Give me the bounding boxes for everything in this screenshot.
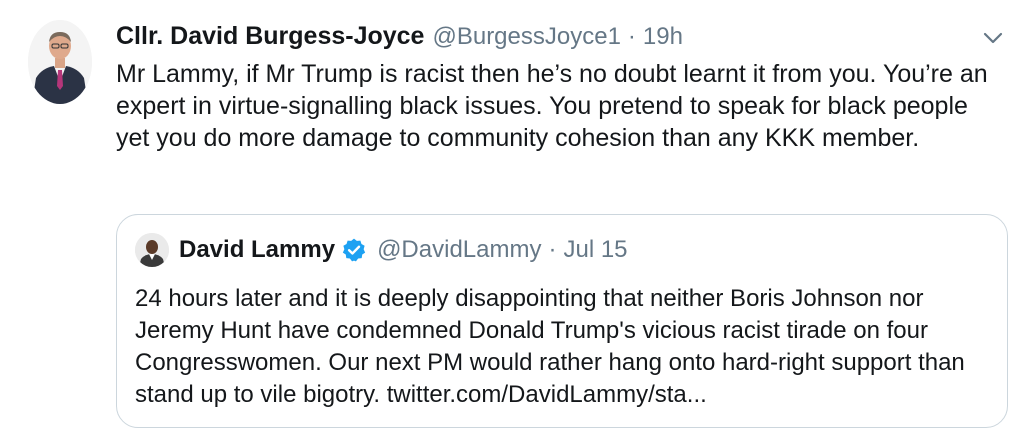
verified-badge-icon	[342, 238, 366, 262]
quoted-tweet-text: 24 hours later and it is deeply disappoi…	[135, 285, 965, 408]
quoted-author-handle[interactable]: @DavidLammy	[377, 236, 541, 264]
quoted-author-photo	[135, 233, 169, 267]
quoted-tweet-timestamp[interactable]: Jul 15	[563, 236, 627, 264]
tweet-card: Cllr. David Burgess-Joyce @BurgessJoyce1…	[0, 0, 1024, 445]
author-photo	[28, 20, 92, 104]
quoted-header-separator: ·	[548, 236, 557, 263]
chevron-down-icon	[983, 32, 1003, 44]
author-avatar[interactable]	[28, 20, 92, 104]
header-separator: ·	[627, 23, 636, 50]
author-handle[interactable]: @BurgessJoyce1	[432, 23, 620, 51]
tweet-header: Cllr. David Burgess-Joyce @BurgessJoyce1…	[116, 22, 683, 58]
tweet-timestamp[interactable]: 19h	[643, 23, 683, 51]
tweet-text: Mr Lammy, if Mr Trump is racist then he’…	[116, 60, 988, 152]
quoted-tweet[interactable]: David Lammy @DavidLammy · Jul 15 24 hour…	[116, 214, 1008, 428]
tweet-menu-button[interactable]	[980, 26, 1006, 50]
quoted-author-avatar[interactable]	[135, 233, 169, 267]
quoted-tweet-header: David Lammy @DavidLammy · Jul 15	[179, 233, 628, 267]
author-display-name[interactable]: Cllr. David Burgess-Joyce	[116, 22, 424, 51]
quoted-author-display-name[interactable]: David Lammy	[179, 236, 335, 264]
